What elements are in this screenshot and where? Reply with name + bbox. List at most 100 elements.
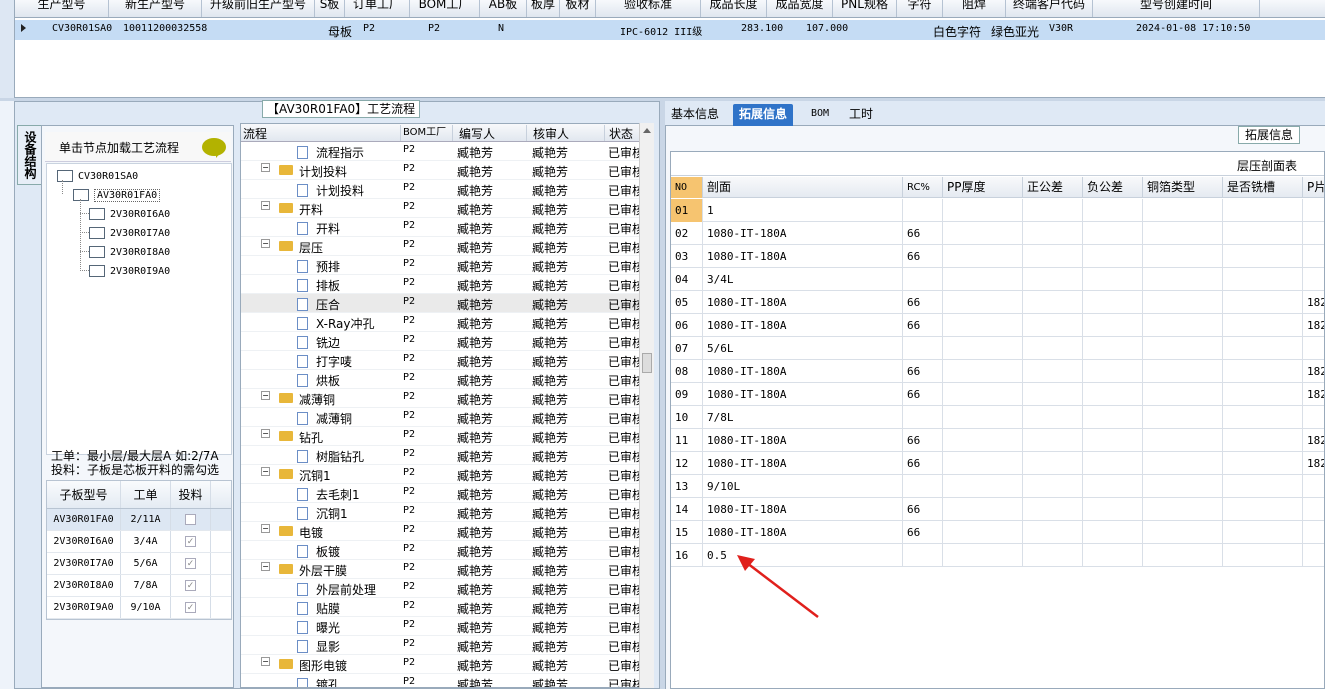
- laminate-cell[interactable]: [1143, 429, 1223, 452]
- laminate-cell[interactable]: [1303, 245, 1324, 268]
- laminate-cell[interactable]: [1083, 199, 1143, 222]
- laminate-cell[interactable]: 1080-IT-180A: [703, 383, 903, 406]
- subboard-row[interactable]: AV30R01FA0 2/11A: [47, 509, 231, 531]
- top-header-cell[interactable]: 板材: [560, 0, 596, 17]
- laminate-cell[interactable]: [1143, 521, 1223, 544]
- laminate-cell[interactable]: [1303, 199, 1324, 222]
- top-header-cell[interactable]: AB板: [480, 0, 527, 17]
- laminate-cell[interactable]: 66: [903, 452, 943, 475]
- laminate-cell[interactable]: 1080-IT-180A: [703, 429, 903, 452]
- laminate-cell[interactable]: [1223, 337, 1303, 360]
- top-header-cell[interactable]: 字符: [897, 0, 943, 17]
- laminate-cell[interactable]: [1023, 429, 1083, 452]
- laminate-cell[interactable]: [1083, 475, 1143, 498]
- extended-info-button[interactable]: 拓展信息: [1238, 126, 1301, 144]
- laminate-cell[interactable]: [1223, 521, 1303, 544]
- laminate-cell[interactable]: 1080-IT-180A: [703, 360, 903, 383]
- laminate-cell[interactable]: 11: [671, 429, 703, 452]
- device-structure-tab[interactable]: 设备结构: [17, 125, 41, 185]
- top-header-cell[interactable]: BOM工厂: [410, 0, 480, 17]
- tree-node-leaf[interactable]: 2V30R0I7A0: [89, 225, 170, 239]
- laminate-cell[interactable]: 04: [671, 268, 703, 291]
- laminate-cell[interactable]: [1303, 222, 1324, 245]
- laminate-cell[interactable]: [1223, 268, 1303, 291]
- laminate-cell[interactable]: [1083, 291, 1143, 314]
- laminate-row[interactable]: 03 1080-IT-180A 66: [671, 245, 1324, 268]
- laminate-row[interactable]: 14 1080-IT-180A 66: [671, 498, 1324, 521]
- laminate-cell[interactable]: [1083, 498, 1143, 521]
- feed-checkbox[interactable]: ✓: [185, 558, 196, 569]
- laminate-cell[interactable]: [1023, 498, 1083, 521]
- laminate-cell[interactable]: [1083, 268, 1143, 291]
- laminate-cell[interactable]: 13: [671, 475, 703, 498]
- laminate-cell[interactable]: [943, 337, 1023, 360]
- scroll-up-arrow[interactable]: [643, 128, 651, 133]
- laminate-cell[interactable]: 1080-IT-180A: [703, 498, 903, 521]
- laminate-cell[interactable]: [1143, 268, 1223, 291]
- laminate-row[interactable]: 13 9/10L: [671, 475, 1324, 498]
- collapse-icon[interactable]: −: [261, 163, 270, 172]
- laminate-cell[interactable]: 66: [903, 245, 943, 268]
- top-header-cell[interactable]: 生产型号: [15, 0, 109, 17]
- tree-node-leaf[interactable]: 2V30R0I8A0: [89, 244, 170, 258]
- top-header-cell[interactable]: 终端客户代码: [1006, 0, 1093, 17]
- laminate-cell[interactable]: [1303, 498, 1324, 521]
- laminate-cell[interactable]: [1023, 406, 1083, 429]
- laminate-cell[interactable]: [903, 337, 943, 360]
- laminate-cell[interactable]: [943, 291, 1023, 314]
- process-row[interactable]: 板镀 P2 臧艳芳 臧艳芳 已审核: [241, 541, 644, 560]
- laminate-cell[interactable]: [1223, 406, 1303, 429]
- collapse-icon[interactable]: −: [261, 391, 270, 400]
- laminate-cell[interactable]: [943, 498, 1023, 521]
- laminate-cell[interactable]: 5/6L: [703, 337, 903, 360]
- laminate-cell[interactable]: [1223, 475, 1303, 498]
- laminate-cell[interactable]: [943, 544, 1023, 567]
- laminate-row[interactable]: 07 5/6L: [671, 337, 1324, 360]
- laminate-cell[interactable]: 7/8L: [703, 406, 903, 429]
- laminate-cell[interactable]: [943, 245, 1023, 268]
- process-row[interactable]: − 图形电镀 P2 臧艳芳 臧艳芳 已审核: [241, 655, 644, 674]
- process-row[interactable]: 曝光 P2 臧艳芳 臧艳芳 已审核: [241, 617, 644, 636]
- laminate-cell[interactable]: [943, 360, 1023, 383]
- laminate-cell[interactable]: [1083, 314, 1143, 337]
- laminate-cell[interactable]: 1080-IT-180A: [703, 452, 903, 475]
- laminate-cell[interactable]: [943, 383, 1023, 406]
- laminate-cell[interactable]: [1143, 314, 1223, 337]
- laminate-cell[interactable]: [1223, 222, 1303, 245]
- laminate-cell[interactable]: [1303, 521, 1324, 544]
- process-row[interactable]: 压合 P2 臧艳芳 臧艳芳 已审核: [241, 294, 644, 313]
- laminate-cell[interactable]: 1: [703, 199, 903, 222]
- laminate-cell[interactable]: [903, 544, 943, 567]
- laminate-cell[interactable]: [1143, 360, 1223, 383]
- laminate-cell[interactable]: [1223, 452, 1303, 475]
- process-row[interactable]: 贴膜 P2 臧艳芳 臧艳芳 已审核: [241, 598, 644, 617]
- laminate-cell[interactable]: [1143, 406, 1223, 429]
- scroll-thumb[interactable]: [642, 353, 652, 373]
- laminate-cell[interactable]: 3/4L: [703, 268, 903, 291]
- laminate-cell[interactable]: [1083, 360, 1143, 383]
- process-row[interactable]: − 钻孔 P2 臧艳芳 臧艳芳 已审核: [241, 427, 644, 446]
- laminate-cell[interactable]: [1083, 337, 1143, 360]
- top-header-cell[interactable]: 订单工厂: [345, 0, 410, 17]
- collapse-icon[interactable]: −: [261, 239, 270, 248]
- laminate-cell[interactable]: 03: [671, 245, 703, 268]
- process-row[interactable]: 减薄铜 P2 臧艳芳 臧艳芳 已审核: [241, 408, 644, 427]
- top-header-cell[interactable]: 阻焊: [943, 0, 1006, 17]
- laminate-cell[interactable]: 02: [671, 222, 703, 245]
- laminate-cell[interactable]: 9/10L: [703, 475, 903, 498]
- laminate-cell[interactable]: 66: [903, 360, 943, 383]
- process-scrollbar[interactable]: [639, 123, 654, 688]
- laminate-cell[interactable]: [1223, 314, 1303, 337]
- laminate-cell[interactable]: [1023, 452, 1083, 475]
- top-header-cell[interactable]: 成品长度: [701, 0, 767, 17]
- laminate-cell[interactable]: [903, 475, 943, 498]
- feed-checkbox[interactable]: ✓: [185, 536, 196, 547]
- laminate-cell[interactable]: [1143, 383, 1223, 406]
- laminate-row[interactable]: 12 1080-IT-180A 66 182: [671, 452, 1324, 475]
- laminate-cell[interactable]: 66: [903, 498, 943, 521]
- process-row[interactable]: 树脂钻孔 P2 臧艳芳 臧艳芳 已审核: [241, 446, 644, 465]
- laminate-row[interactable]: 02 1080-IT-180A 66: [671, 222, 1324, 245]
- laminate-cell[interactable]: [1143, 222, 1223, 245]
- laminate-cell[interactable]: [1223, 429, 1303, 452]
- collapse-icon[interactable]: −: [261, 467, 270, 476]
